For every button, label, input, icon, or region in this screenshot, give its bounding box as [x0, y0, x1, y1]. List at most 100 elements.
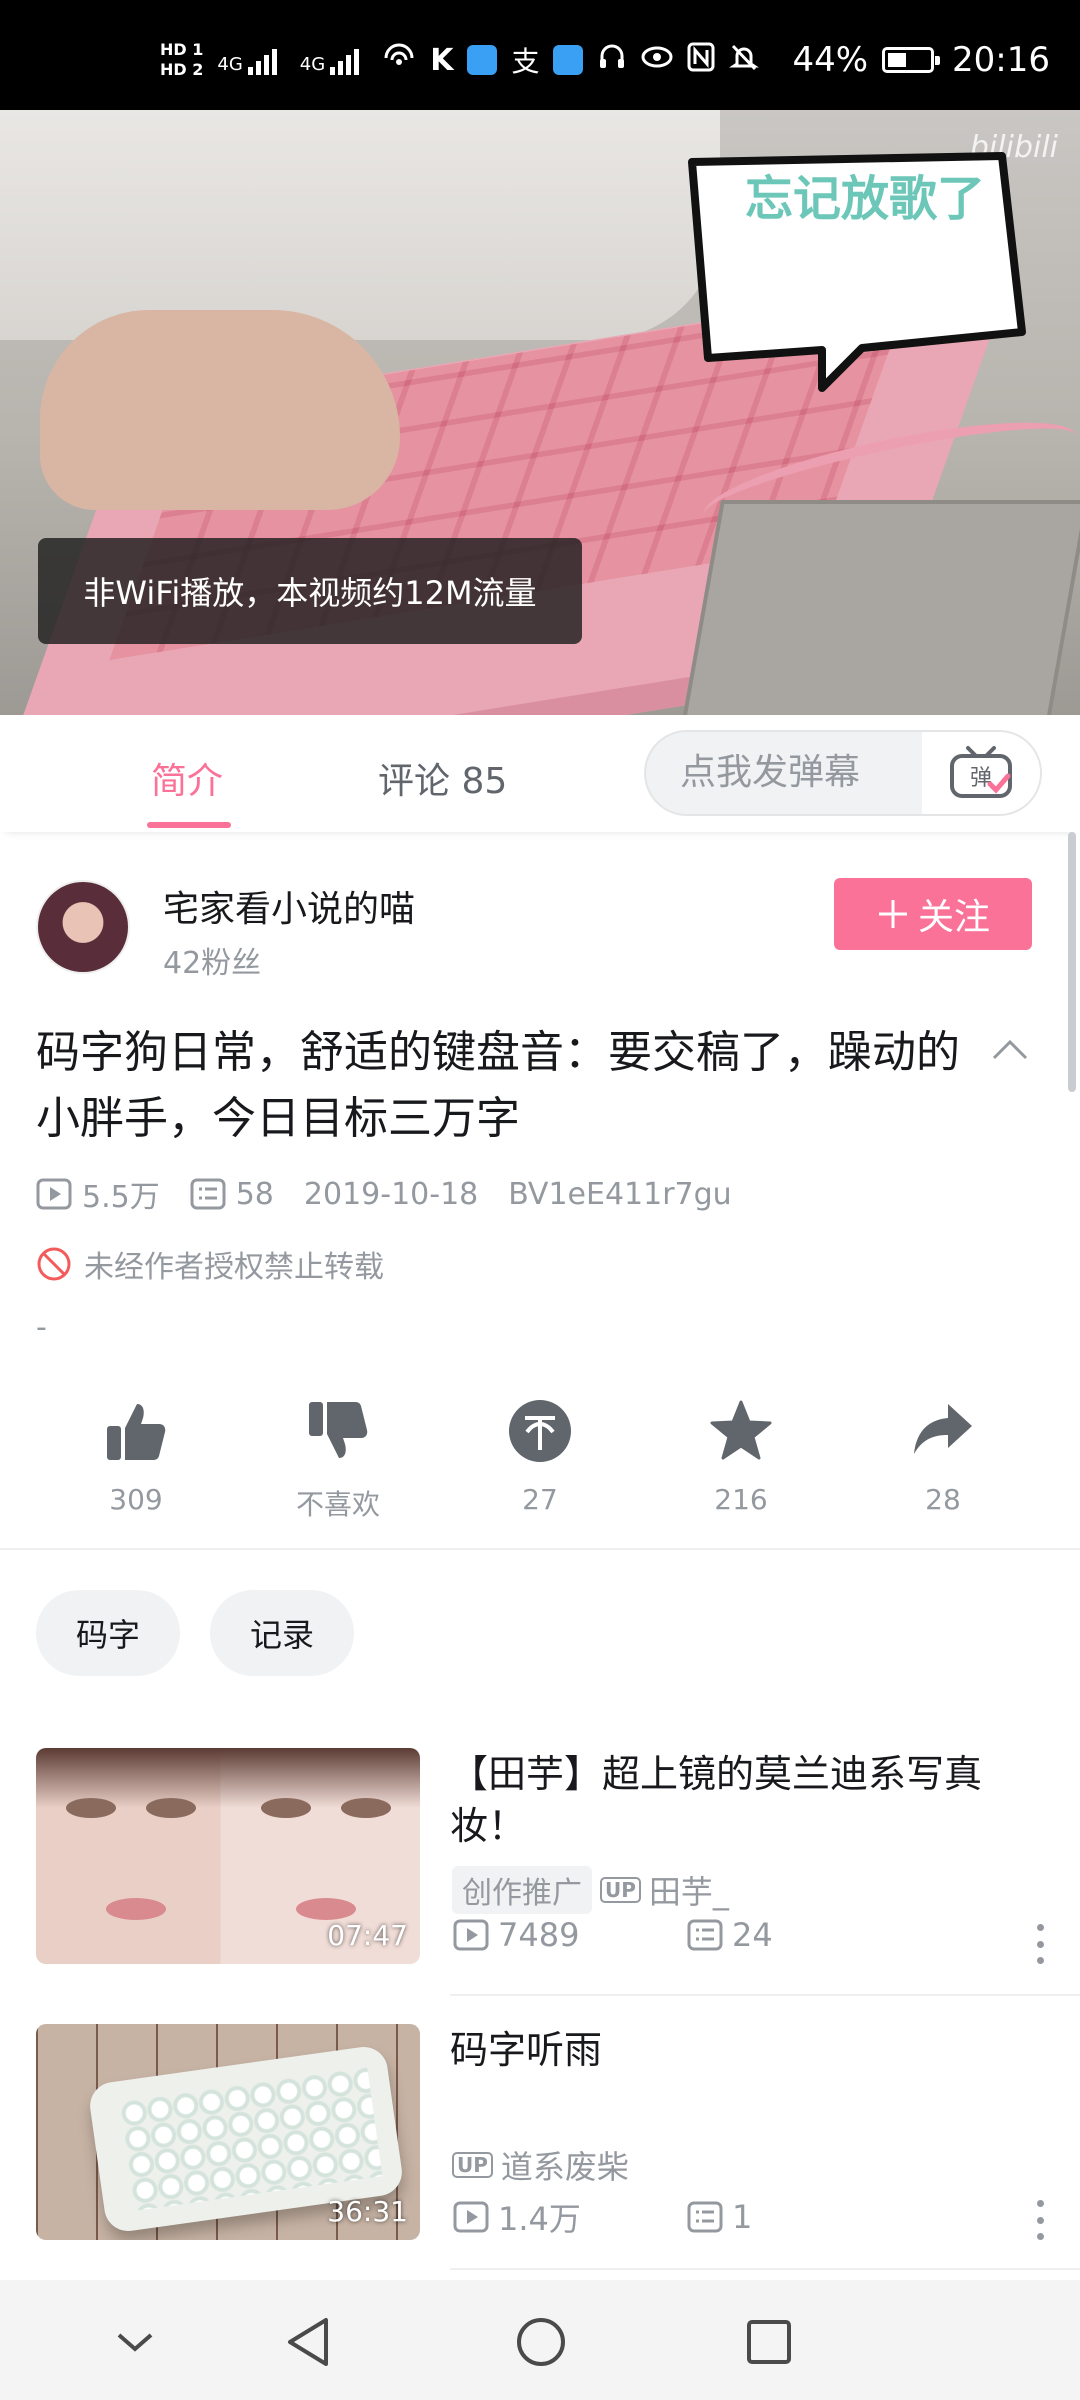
related-video-uploader-line: 创作推广 UP 田芋_ — [452, 1866, 729, 1914]
play-count-icon — [453, 1919, 489, 1951]
home-circle-icon — [517, 2318, 565, 2366]
status-bar: HD 1 HD 2 4G 4G K 支 44% 20:16 — [0, 0, 1080, 110]
video-description: - — [36, 1310, 47, 1345]
forbidden-icon — [37, 1247, 71, 1281]
tag-item[interactable]: 码字 — [36, 1590, 180, 1676]
video-meta: 5.5万 58 2019-10-18 BV1eE411r7gu — [36, 1172, 762, 1216]
related-video-title[interactable]: 【田芋】超上镜的莫兰迪系写真妆！ — [450, 1748, 1050, 1852]
battery-icon — [882, 47, 941, 73]
list-divider — [450, 1994, 1080, 1996]
app-icon — [467, 45, 498, 75]
no-reprint-notice: 未经作者授权禁止转载 — [36, 1242, 384, 1286]
related-video-uploader-line: UP 道系废柴 — [452, 2142, 629, 2188]
danmaku-count-icon — [687, 1919, 723, 1951]
tab-intro[interactable]: 简介 — [151, 752, 223, 804]
related-video-item[interactable]: 36:31 码字听雨 UP 道系废柴 1.4万 1 — [0, 2024, 1080, 2300]
related-video-thumbnail[interactable]: 36:31 — [36, 2024, 420, 2240]
scrollbar[interactable] — [1068, 832, 1076, 1092]
k-app-icon: K — [430, 42, 454, 78]
danmaku-send-box[interactable]: 点我发弹幕 弹 — [644, 730, 1042, 816]
up-badge-icon: UP — [452, 2152, 493, 2178]
up-badge-icon: UP — [600, 1877, 641, 1903]
chevron-down-icon — [117, 2333, 153, 2352]
related-video-stats: 1.4万 1 — [452, 2194, 752, 2240]
video-frame-hand — [40, 310, 400, 510]
danmaku-count-value: 58 — [235, 1176, 274, 1212]
danmaku-toggle-button[interactable]: 弹 — [922, 732, 1040, 814]
speech-bubble-text: 忘记放歌了 — [744, 171, 985, 227]
favorite-count: 216 — [714, 1483, 768, 1516]
alipay-icon: 支 — [511, 45, 540, 78]
list-divider — [450, 2268, 1080, 2270]
back-triangle-icon — [288, 2318, 328, 2366]
related-video-title[interactable]: 码字听雨 — [450, 2024, 1050, 2076]
promo-badge: 创作推广 — [452, 1866, 592, 1914]
play-count-icon — [453, 2201, 489, 2233]
video-frame-sleeve — [0, 110, 720, 340]
tag-item[interactable]: 记录 — [210, 1590, 354, 1676]
eye-icon — [641, 42, 673, 79]
battery-percent: 44% — [792, 40, 869, 80]
hd2-label: HD 2 — [160, 60, 204, 79]
related-video-danmaku: 1 — [732, 2198, 753, 2236]
danmaku-count: 58 — [190, 1177, 274, 1212]
thumbs-up-icon — [107, 1404, 166, 1460]
video-duration: 36:31 — [327, 2195, 408, 2228]
video-frame-touchpad — [679, 500, 1080, 715]
follow-label: 关注 — [917, 897, 990, 938]
section-divider — [0, 1548, 1080, 1550]
headset-icon — [597, 42, 627, 79]
like-button[interactable]: 309 — [71, 1395, 201, 1516]
danmaku-icon: 弹 — [950, 746, 1012, 798]
related-video-thumbnail[interactable]: 07:47 — [36, 1748, 420, 1964]
play-count-icon — [36, 1178, 72, 1210]
uploader-name[interactable]: 宅家看小说的喵 — [163, 880, 415, 932]
star-icon — [710, 1400, 772, 1460]
bvid: BV1eE411r7gu — [508, 1176, 732, 1212]
related-video-item[interactable]: 07:47 【田芋】超上镜的莫兰迪系写真妆！ 创作推广 UP 田芋_ 7489 … — [0, 1748, 1080, 2024]
uploader-fans: 42粉丝 — [163, 946, 262, 981]
hd-badges: HD 1 HD 2 — [160, 40, 203, 80]
status-icons-left: HD 1 HD 2 4G 4G K 支 — [160, 40, 760, 80]
like-count: 309 — [109, 1483, 163, 1516]
recents-square-icon — [747, 2320, 791, 2364]
nfc-icon — [687, 42, 715, 79]
related-video-uploader: 田芋_ — [648, 1873, 729, 1911]
dislike-button[interactable]: 不喜欢 — [273, 1395, 403, 1523]
nav-back-button[interactable] — [274, 2310, 344, 2374]
data-usage-toast: 非WiFi播放，本视频约12M流量 — [38, 538, 582, 644]
more-options-icon[interactable] — [1034, 1924, 1046, 1964]
signal2-label: 4G — [299, 54, 326, 75]
more-options-icon[interactable] — [1034, 2200, 1046, 2240]
coin-icon — [509, 1400, 571, 1462]
video-title: 码字狗日常，舒适的键盘音：要交稿了，躁动的小胖手，今日目标三万字 — [36, 1027, 960, 1144]
danmaku-input[interactable]: 点我发弹幕 — [646, 732, 924, 814]
status-icons-right: 44% 20:16 — [792, 40, 1050, 80]
system-nav-bar — [0, 2280, 1080, 2400]
related-video-views: 1.4万 — [498, 2200, 581, 2238]
view-count-value: 5.5万 — [82, 1180, 160, 1215]
thumbs-down-icon — [309, 1402, 368, 1458]
coin-count: 27 — [522, 1483, 558, 1516]
dislike-label: 不喜欢 — [295, 1488, 380, 1521]
signal-icon: 4G — [217, 45, 285, 75]
danmaku-count-icon — [190, 1178, 226, 1210]
nav-home-button[interactable] — [506, 2310, 576, 2374]
uploader-avatar[interactable] — [36, 880, 130, 974]
share-icon — [914, 1404, 972, 1454]
nav-recents-button[interactable] — [734, 2310, 804, 2374]
publish-date: 2019-10-18 — [303, 1176, 479, 1212]
no-reprint-text: 未经作者授权禁止转载 — [84, 1250, 384, 1285]
tab-comments[interactable]: 评论 85 — [378, 752, 507, 804]
wifi-hotspot-icon — [382, 42, 416, 79]
nav-hide-button[interactable] — [100, 2310, 170, 2374]
follow-button[interactable]: 关注 — [834, 878, 1032, 950]
video-player[interactable]: bilibili 忘记放歌了 非WiFi播放，本视频约12M流量 — [0, 110, 1080, 715]
related-video-danmaku: 24 — [732, 1916, 773, 1954]
share-button[interactable]: 28 — [878, 1395, 1008, 1516]
related-video-views: 7489 — [498, 1916, 580, 1954]
coin-button[interactable]: 27 — [475, 1395, 605, 1516]
video-duration: 07:47 — [327, 1919, 408, 1952]
chevron-up-icon[interactable] — [990, 1030, 1030, 1070]
favorite-button[interactable]: 216 — [676, 1395, 806, 1516]
